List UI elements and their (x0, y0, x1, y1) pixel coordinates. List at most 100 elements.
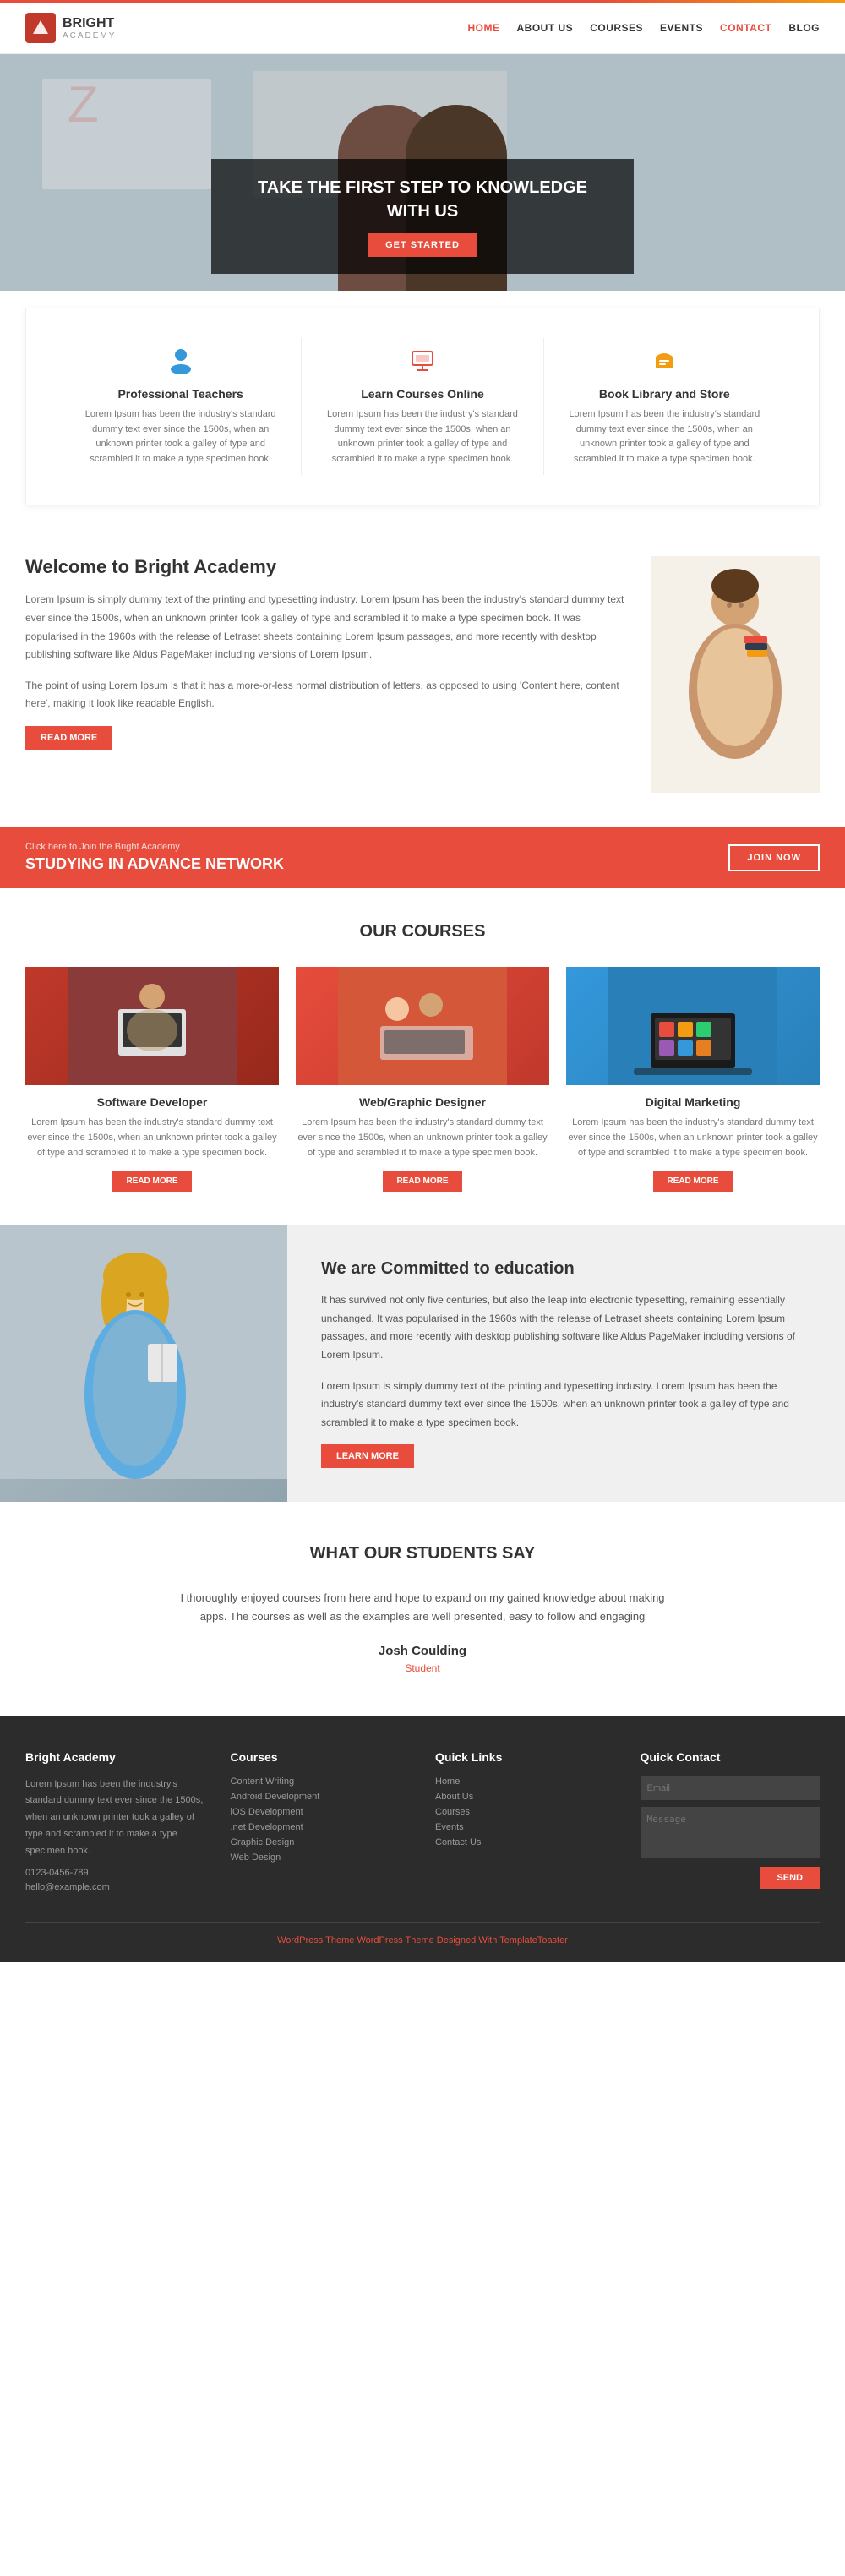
footer-bottom-text: WordPress Theme WordPress Theme Designed… (277, 1935, 568, 1946)
course-image-digital (566, 967, 820, 1085)
footer-link-content-writing[interactable]: Content Writing (231, 1776, 411, 1787)
testimonial-quote: I thoroughly enjoyed courses from here a… (169, 1589, 676, 1626)
library-desc: Lorem Ipsum has been the industry's stan… (561, 407, 768, 467)
course-image-software (25, 967, 279, 1085)
course-title-digital: Digital Marketing (566, 1095, 820, 1109)
course-btn-web[interactable]: READ MORE (383, 1171, 461, 1192)
footer-col-about: Bright Academy Lorem Ipsum has been the … (25, 1750, 205, 1897)
footer-grid: Bright Academy Lorem Ipsum has been the … (25, 1750, 820, 1897)
banner-small-text: Click here to Join the Bright Academy (25, 842, 284, 852)
course-card-digital: Digital Marketing Lorem Ipsum has been t… (566, 967, 820, 1192)
logo-text-block: BRIGHT ACADEMY (63, 15, 116, 41)
logo: BRIGHT ACADEMY (25, 13, 116, 43)
footer-col-courses: Courses Content Writing Android Developm… (231, 1750, 411, 1897)
footer-col-quicklinks: Quick Links Home About Us Courses Events… (435, 1750, 615, 1897)
footer-link-events[interactable]: Events (435, 1822, 615, 1832)
nav-blog[interactable]: BLOG (788, 22, 820, 34)
course-card-web: Web/Graphic Designer Lorem Ipsum has bee… (296, 967, 549, 1192)
hero-overlay: TAKE THE FIRST STEP TO KNOWLEDGE WITH US… (211, 159, 634, 274)
footer-quicklinks-title: Quick Links (435, 1750, 615, 1764)
footer-contact-title: Quick Contact (641, 1750, 820, 1764)
footer-link-courses[interactable]: Courses (435, 1807, 615, 1817)
feature-library: Book Library and Store Lorem Ipsum has b… (544, 338, 785, 475)
footer-col-contact: Quick Contact SEND (641, 1750, 820, 1897)
header: BRIGHT ACADEMY HOME ABOUT US COURSES EVE… (0, 3, 845, 54)
welcome-title: Welcome to Bright Academy (25, 556, 625, 578)
logo-icon (25, 13, 56, 43)
hero-title: TAKE THE FIRST STEP TO KNOWLEDGE WITH US (254, 176, 592, 223)
online-title: Learn Courses Online (319, 387, 526, 401)
footer-phone: 0123-0456-789 (25, 1868, 205, 1878)
commitment-para1: It has survived not only five centuries,… (321, 1291, 811, 1364)
commitment-image (0, 1225, 287, 1502)
nav-courses[interactable]: COURSES (590, 22, 643, 34)
nav-home[interactable]: HOME (468, 22, 500, 34)
footer-designed-by: WordPress Theme Designed With TemplateTo… (357, 1935, 567, 1946)
footer-link-about[interactable]: About Us (435, 1792, 615, 1802)
banner-content: Click here to Join the Bright Academy ST… (25, 842, 284, 873)
logo-sub: ACADEMY (63, 31, 116, 41)
course-title-web: Web/Graphic Designer (296, 1095, 549, 1109)
welcome-content: Welcome to Bright Academy Lorem Ipsum is… (25, 556, 625, 750)
footer-link-dotnet[interactable]: .net Development (231, 1822, 411, 1832)
commitment-title: We are Committed to education (321, 1259, 811, 1279)
join-now-button[interactable]: JOIN NOW (728, 844, 820, 871)
footer-wordpress-link[interactable]: WordPress Theme (277, 1935, 354, 1946)
hero-section: Z TAKE THE FIRST STEP TO KNOWLEDGE WITH … (0, 54, 845, 291)
banner-title: STUDYING IN ADVANCE NETWORK (25, 855, 284, 873)
main-nav: HOME ABOUT US COURSES EVENTS CONTACT BLO… (468, 22, 820, 34)
teachers-desc: Lorem Ipsum has been the industry's stan… (77, 407, 284, 467)
footer-about-title: Bright Academy (25, 1750, 205, 1764)
footer-courses-title: Courses (231, 1750, 411, 1764)
footer-link-home[interactable]: Home (435, 1776, 615, 1787)
nav-contact[interactable]: CONTACT (720, 22, 771, 34)
online-desc: Lorem Ipsum has been the industry's stan… (319, 407, 526, 467)
footer-link-contact[interactable]: Contact Us (435, 1837, 615, 1847)
course-btn-software[interactable]: READ MORE (112, 1171, 191, 1192)
courses-grid: Software Developer Lorem Ipsum has been … (25, 967, 820, 1192)
footer-link-webdesign[interactable]: Web Design (231, 1853, 411, 1863)
footer-about-desc: Lorem Ipsum has been the industry's stan… (25, 1776, 205, 1860)
footer: Bright Academy Lorem Ipsum has been the … (0, 1716, 845, 1963)
logo-name: BRIGHT (63, 15, 116, 31)
testimonials-section: What Our Students Say I thoroughly enjoy… (0, 1502, 845, 1716)
nav-about[interactable]: ABOUT US (517, 22, 574, 34)
course-btn-digital[interactable]: READ MORE (653, 1171, 732, 1192)
footer-link-graphic[interactable]: Graphic Design (231, 1837, 411, 1847)
testimonial-name: Josh Coulding (25, 1644, 820, 1658)
welcome-para1: Lorem Ipsum is simply dummy text of the … (25, 591, 625, 663)
courses-section: OUR COURSES Software Developer Lorem Ips… (0, 888, 845, 1225)
feature-teachers: Professional Teachers Lorem Ipsum has be… (60, 338, 302, 475)
courses-section-title: OUR COURSES (25, 922, 820, 941)
features-section: Professional Teachers Lorem Ipsum has be… (25, 308, 820, 505)
footer-bottom: WordPress Theme WordPress Theme Designed… (25, 1922, 820, 1946)
hero-cta-button[interactable]: GET STARTED (368, 233, 477, 257)
footer-link-ios[interactable]: iOS Development (231, 1807, 411, 1817)
footer-email: hello@example.com (25, 1882, 205, 1892)
library-icon (561, 347, 768, 380)
teachers-icon (77, 347, 284, 380)
nav-events[interactable]: EVENTS (660, 22, 703, 34)
course-image-web (296, 967, 549, 1085)
course-card-software: Software Developer Lorem Ipsum has been … (25, 967, 279, 1192)
course-desc-software: Lorem Ipsum has been the industry's stan… (25, 1116, 279, 1160)
commitment-learn-more-button[interactable]: LEARN MORE (321, 1444, 414, 1468)
course-desc-digital: Lorem Ipsum has been the industry's stan… (566, 1116, 820, 1160)
welcome-section: Welcome to Bright Academy Lorem Ipsum is… (0, 522, 845, 827)
footer-email-input[interactable] (641, 1776, 820, 1800)
course-title-software: Software Developer (25, 1095, 279, 1109)
testimonial-role: Student (25, 1662, 820, 1674)
commitment-para2: Lorem Ipsum is simply dummy text of the … (321, 1378, 811, 1433)
welcome-para2: The point of using Lorem Ipsum is that i… (25, 677, 625, 713)
online-icon (319, 347, 526, 380)
footer-link-android[interactable]: Android Development (231, 1792, 411, 1802)
footer-send-button[interactable]: SEND (760, 1867, 820, 1889)
banner-section: Click here to Join the Bright Academy ST… (0, 827, 845, 888)
teachers-title: Professional Teachers (77, 387, 284, 401)
testimonials-title: What Our Students Say (25, 1544, 820, 1564)
welcome-image (651, 556, 820, 793)
commitment-content: We are Committed to education It has sur… (287, 1225, 845, 1502)
welcome-read-more-button[interactable]: READ MORE (25, 726, 112, 750)
feature-online: Learn Courses Online Lorem Ipsum has bee… (302, 338, 543, 475)
footer-message-textarea[interactable] (641, 1807, 820, 1858)
